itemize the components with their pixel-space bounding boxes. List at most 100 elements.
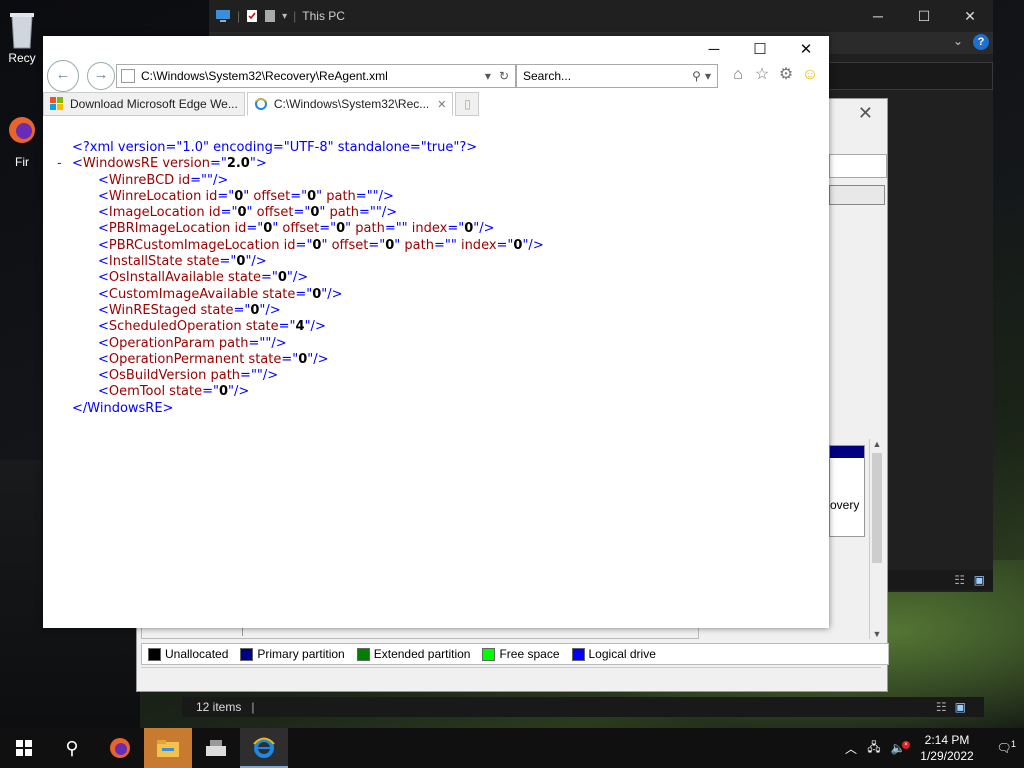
network-icon[interactable]: 🖧 — [862, 738, 886, 759]
ie-window-controls: ─ ☐ ✕ — [691, 36, 829, 64]
scroll-up-icon[interactable]: ▲ — [870, 439, 884, 449]
desktop-icon-firefox[interactable]: Fir — [0, 112, 44, 169]
taskbar-firefox[interactable] — [96, 728, 144, 768]
xml-element: <ScheduledOperation state="4"/> — [98, 319, 326, 335]
new-folder-icon[interactable] — [264, 9, 276, 23]
legend-free: Free space — [482, 647, 560, 661]
separator: | — [293, 9, 297, 23]
details-view-icon[interactable]: ☷ — [936, 700, 947, 714]
close-tab-icon[interactable]: ✕ — [437, 98, 446, 111]
minimize-button[interactable]: ─ — [691, 36, 737, 64]
recycle-bin-icon — [10, 13, 34, 49]
close-button[interactable]: ✕ — [947, 8, 993, 25]
search-icon[interactable]: ⚲ — [692, 69, 701, 83]
desktop-icon-recycle-bin[interactable]: Recy — [0, 8, 44, 65]
taskbar-internet-explorer[interactable] — [240, 728, 288, 768]
tab-reagent-xml[interactable]: C:\Windows\System32\Rec... ✕ — [246, 92, 454, 116]
system-tray: ︿ 🖧 🔈 × 2:14 PM 1/29/2022 🗨 1 — [840, 728, 1024, 768]
clock[interactable]: 2:14 PM 1/29/2022 — [910, 732, 984, 764]
gear-icon[interactable]: ⚙ — [777, 66, 795, 84]
start-button[interactable] — [0, 728, 48, 768]
explorer-status-bar: 12 items | ☷ ▣ — [182, 697, 984, 717]
xml-document: <?xml version="1.0" encoding="UTF-8" sta… — [43, 140, 544, 417]
address-bar[interactable]: C:\Windows\System32\Recovery\ReAgent.xml… — [116, 64, 516, 88]
legend-primary: Primary partition — [240, 647, 345, 661]
xml-element: <PBRCustomImageLocation id="0" offset="0… — [98, 237, 544, 253]
ie-toolbar: ─ ☐ ✕ ← → C:\Windows\System32\Recovery\R… — [43, 36, 829, 116]
search-tools: ⚲ ▾ — [692, 69, 711, 83]
taskbar-disk-management[interactable] — [192, 728, 240, 768]
desktop-icon-label: Recy — [8, 51, 36, 65]
details-view-icon[interactable]: ☷ — [954, 573, 965, 587]
home-icon[interactable]: ⌂ — [729, 66, 747, 84]
scroll-thumb[interactable] — [872, 453, 882, 563]
notification-count: 1 — [1010, 739, 1016, 749]
column-header — [829, 185, 885, 205]
ribbon-expand-icon[interactable]: ⌄ — [953, 34, 963, 48]
explorer-title: This PC — [302, 9, 345, 23]
quick-access-toolbar: | ▾ | — [215, 9, 296, 23]
desktop-icon-label: Fir — [15, 155, 29, 169]
xml-element: <OperationPermanent state="0"/> — [98, 351, 329, 367]
dropdown-arrow-icon[interactable]: ▾ — [705, 69, 711, 83]
legend-swatch — [482, 647, 496, 661]
close-button[interactable]: ✕ — [783, 36, 829, 64]
folder-icon — [157, 740, 179, 757]
legend-extended: Extended partition — [356, 647, 470, 661]
help-icon[interactable]: ? — [973, 34, 989, 50]
firefox-icon — [110, 738, 130, 758]
smiley-feedback-icon[interactable]: ☺ — [801, 66, 819, 84]
legend-logical: Logical drive — [571, 647, 656, 661]
search-button[interactable]: ⚲ — [48, 728, 96, 768]
collapse-toggle[interactable]: - — [57, 156, 62, 172]
tab-edge-download[interactable]: Download Microsoft Edge We... — [43, 92, 245, 116]
search-box[interactable]: Search... ⚲ ▾ — [516, 64, 718, 88]
explorer-search-box[interactable] — [827, 62, 993, 90]
back-button[interactable]: ← — [47, 60, 79, 92]
favorites-star-icon[interactable]: ☆ — [753, 66, 771, 84]
xml-element: <OperationParam path=""/> — [98, 335, 287, 351]
search-icon: ⚲ — [65, 737, 79, 758]
item-count: 12 items — [196, 700, 242, 714]
ie-command-icons: ⌂ ☆ ⚙ ☺ — [729, 66, 819, 84]
partition-block[interactable]: overy — [829, 445, 865, 537]
xml-element: <WinREStaged state="0"/> — [98, 302, 281, 318]
properties-icon[interactable] — [246, 9, 258, 23]
dropdown-arrow-icon[interactable]: ▾ — [485, 69, 491, 83]
explorer-titlebar: | ▾ | This PC ─ ☐ ✕ — [209, 0, 993, 32]
partition-label: overy — [830, 498, 860, 512]
minimize-button[interactable]: ─ — [855, 8, 901, 25]
separator: | — [237, 9, 241, 23]
close-icon[interactable]: ✕ — [858, 103, 873, 124]
explorer-window-controls: ─ ☐ ✕ — [855, 8, 993, 25]
address-text: C:\Windows\System32\Recovery\ReAgent.xml — [141, 69, 388, 83]
xml-element: <WinreLocation id="0" offset="0" path=""… — [98, 188, 394, 204]
customize-quick-access-icon[interactable]: ▾ — [282, 11, 287, 22]
large-icons-view-icon[interactable]: ▣ — [974, 573, 985, 587]
ie-logo-icon — [254, 98, 268, 110]
maximize-button[interactable]: ☐ — [737, 36, 783, 64]
volume-muted-icon[interactable]: 🔈 × — [886, 741, 910, 755]
refresh-icon[interactable]: ↻ — [499, 69, 509, 83]
xml-element: <CustomImageAvailable state="0"/> — [98, 286, 343, 302]
taskbar-file-explorer[interactable] — [144, 728, 192, 768]
notification-center-icon[interactable]: 🗨 1 — [984, 739, 1024, 755]
windows-start-icon — [16, 740, 32, 756]
xml-element: <OsInstallAvailable state="0"/> — [98, 270, 309, 286]
new-tab-button[interactable]: ▯ — [455, 92, 480, 116]
forward-button[interactable]: → — [87, 62, 115, 90]
this-pc-icon — [216, 10, 230, 22]
tab-label: C:\Windows\System32\Rec... — [273, 97, 430, 111]
maximize-button[interactable]: ☐ — [901, 8, 947, 25]
xml-element: <WinreBCD id=""/> — [98, 172, 229, 188]
taskbar: ⚲ ︿ 🖧 🔈 × 2:14 PM 1/29/2022 🗨 1 — [0, 728, 1024, 768]
tab-strip: Download Microsoft Edge We... C:\Windows… — [43, 92, 480, 116]
vertical-scrollbar[interactable]: ▲ ▼ — [869, 439, 884, 639]
xml-element: <ImageLocation id="0" offset="0" path=""… — [98, 205, 398, 221]
legend-swatch — [240, 647, 254, 661]
show-hidden-icons-chevron-icon[interactable]: ︿ — [840, 740, 862, 757]
scroll-down-icon[interactable]: ▼ — [870, 629, 884, 639]
firefox-icon — [9, 117, 35, 143]
large-icons-view-icon[interactable]: ▣ — [955, 700, 966, 714]
disk-management-status-bar — [141, 667, 881, 688]
